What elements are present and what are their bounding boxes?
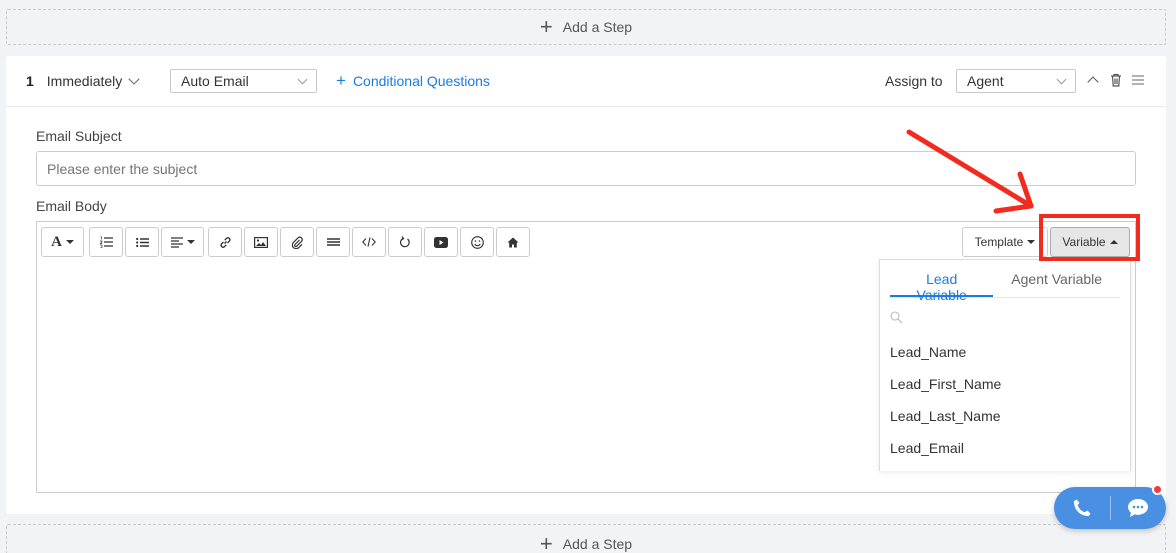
caret-down-icon [186,240,195,244]
step-type-value: Auto Email [181,73,249,89]
tab-lead-variable[interactable]: Lead Variable [890,260,994,303]
assign-to-label: Assign to [885,73,943,89]
variable-search[interactable] [880,298,1130,336]
code-icon [362,237,376,247]
plus-icon: + [336,71,346,90]
step-type-select[interactable]: Auto Email [170,69,317,93]
conditional-questions-label: Conditional Questions [352,73,490,89]
search-icon [890,310,903,323]
variable-item[interactable]: Lead_First_Name [880,368,1130,400]
phone-icon [1073,499,1091,517]
chevron-down-icon [128,73,140,85]
horizontal-rule-button[interactable] [316,227,350,257]
add-step-bottom[interactable]: + Add a Step [6,524,1166,553]
caret-down-icon [65,240,74,244]
variable-item[interactable]: Lead_Last_Name [880,400,1130,432]
timing-value: Immediately [46,73,123,89]
email-body-label: Email Body [36,198,107,214]
tab-agent-variable[interactable]: Agent Variable [993,260,1120,297]
assignee-value: Agent [967,73,1004,89]
drag-handle-icon [1132,75,1144,85]
attachment-button[interactable] [280,227,314,257]
unordered-list-button[interactable] [125,227,159,257]
font-icon: A [51,233,62,250]
variable-dropdown: Lead Variable Agent Variable Lead_Name L… [879,259,1131,471]
chat-icon [1128,499,1149,517]
timing-select[interactable]: Immediately [46,73,140,89]
undo-button[interactable] [388,227,422,257]
variable-label: Variable [1062,235,1106,249]
chevron-down-icon [297,74,308,84]
emoji-icon [470,235,484,249]
link-icon [219,236,231,248]
chevron-up-icon [1087,76,1099,88]
variable-button[interactable]: Variable [1050,227,1130,257]
plus-icon: + [539,531,553,553]
code-button[interactable] [352,227,386,257]
emoji-button[interactable] [460,227,494,257]
plus-icon: + [539,14,553,39]
caret-down-icon [1027,240,1036,244]
align-button[interactable] [161,227,204,257]
notification-badge [1152,484,1163,495]
assignee-select[interactable]: Agent [956,69,1076,93]
delete-button[interactable] [1108,71,1124,89]
image-button[interactable] [244,227,278,257]
undo-icon [399,235,410,247]
unordered-list-icon [135,237,149,247]
chevron-down-icon [1056,74,1067,84]
font-style-button[interactable]: A [41,227,84,257]
variable-tabs: Lead Variable Agent Variable [890,260,1120,303]
email-subject-label: Email Subject [36,128,122,144]
call-button[interactable] [1054,487,1110,529]
align-icon [170,236,183,248]
caret-up-icon [1109,240,1118,244]
home-icon [507,237,519,247]
add-step-top[interactable]: + Add a Step [6,9,1166,45]
template-label: Template [974,235,1024,249]
ordered-list-button[interactable] [89,227,123,257]
trash-icon [1111,73,1121,87]
video-icon [434,236,448,248]
contact-widget [1054,487,1166,529]
horizontal-rule-icon [326,238,340,246]
collapse-button[interactable] [1085,71,1101,89]
video-button[interactable] [424,227,458,257]
add-step-label: Add a Step [562,19,633,35]
add-step-label: Add a Step [562,536,633,552]
template-button[interactable]: Template [962,227,1048,257]
step-number: 1 [26,73,34,89]
attachment-icon [291,236,303,249]
step-header: 1 Immediately Auto Email + Conditional Q… [6,56,1166,107]
conditional-questions-link[interactable]: + Conditional Questions [336,71,490,90]
variable-item[interactable]: Lead_Email [880,432,1130,464]
image-icon [254,236,268,248]
variable-item[interactable]: Lead_Name [880,336,1130,368]
link-button[interactable] [208,227,242,257]
home-button[interactable] [496,227,530,257]
email-subject-input[interactable] [36,151,1136,186]
drag-handle[interactable] [1130,71,1146,89]
ordered-list-icon [99,236,113,248]
